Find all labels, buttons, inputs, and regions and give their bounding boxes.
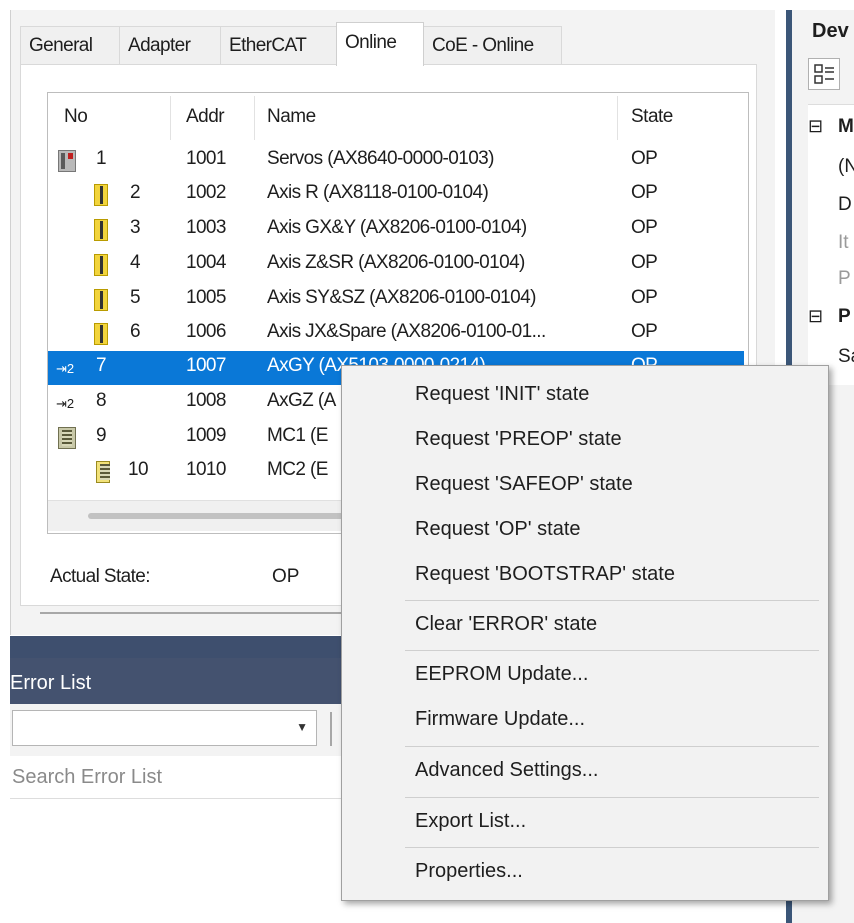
- drive-link-icon: ⇥2: [56, 396, 75, 411]
- tab-ethercat[interactable]: EtherCAT: [220, 26, 337, 64]
- row-no: 4: [130, 252, 141, 273]
- axis-module-icon: [94, 254, 108, 276]
- menu-separator: [405, 797, 819, 798]
- categorized-view-button[interactable]: [808, 58, 840, 90]
- tab-online[interactable]: Online: [336, 22, 424, 66]
- row-state: OP: [631, 217, 658, 238]
- row-name: Axis SY&SZ (AX8206-0100-0104): [267, 287, 536, 308]
- actual-state-value: OP: [272, 566, 300, 587]
- actual-state-label: Actual State:: [50, 566, 151, 587]
- row-no: 2: [130, 182, 141, 203]
- property-category: P: [838, 306, 851, 327]
- row-no: 6: [130, 321, 141, 342]
- row-no: 10: [128, 459, 149, 480]
- menu-item-advanced-settings[interactable]: Advanced Settings...: [415, 759, 598, 782]
- table-row[interactable]: 5 1005 Axis SY&SZ (AX8206-0100-0104) OP: [48, 283, 744, 317]
- axis-module-icon: [94, 323, 108, 345]
- row-name: Axis Z&SR (AX8206-0100-0104): [267, 252, 525, 273]
- row-no: 1: [96, 148, 107, 169]
- row-addr: 1007: [186, 355, 226, 376]
- row-no: 9: [96, 425, 107, 446]
- row-addr: 1005: [186, 287, 226, 308]
- row-addr: 1006: [186, 321, 226, 342]
- row-name: Axis R (AX8118-0100-0104): [267, 182, 489, 203]
- tab-coe-online[interactable]: CoE - Online: [423, 26, 562, 64]
- row-addr: 1004: [186, 252, 226, 273]
- row-no: 8: [96, 390, 107, 411]
- column-divider[interactable]: [170, 96, 171, 140]
- menu-item-clear-error[interactable]: Clear 'ERROR' state: [415, 613, 597, 636]
- chevron-down-icon[interactable]: ▼: [296, 720, 308, 734]
- menu-item-export-list[interactable]: Export List...: [415, 810, 526, 833]
- column-divider[interactable]: [254, 96, 255, 140]
- column-header-name[interactable]: Name: [267, 106, 316, 128]
- row-addr: 1002: [186, 182, 226, 203]
- row-name: Axis JX&Spare (AX8206-0100-01...: [267, 321, 546, 342]
- table-row[interactable]: 3 1003 Axis GX&Y (AX8206-0100-0104) OP: [48, 213, 744, 247]
- motion-module-icon: [96, 461, 110, 483]
- properties-panel-title: Dev: [812, 20, 849, 42]
- row-no: 7: [96, 355, 107, 376]
- row-state: OP: [631, 182, 658, 203]
- tab-adapter[interactable]: Adapter: [119, 26, 221, 64]
- row-addr: 1001: [186, 148, 226, 169]
- categorized-icon: [814, 64, 834, 84]
- row-name: MC1 (E: [267, 425, 328, 446]
- row-no: 5: [130, 287, 141, 308]
- property-name[interactable]: P: [838, 268, 851, 290]
- row-name: AxGZ (A: [267, 390, 336, 411]
- row-name: MC2 (E: [267, 459, 328, 480]
- row-addr: 1008: [186, 390, 226, 411]
- axis-module-icon: [94, 289, 108, 311]
- column-header-state[interactable]: State: [631, 106, 673, 128]
- column-header-no[interactable]: No: [64, 106, 88, 128]
- axis-module-icon: [94, 219, 108, 241]
- table-row[interactable]: 1 1001 Servos (AX8640-0000-0103) OP: [48, 144, 744, 178]
- property-name[interactable]: (N: [838, 156, 854, 178]
- menu-separator: [405, 650, 819, 651]
- collapse-icon[interactable]: ⊟: [808, 116, 823, 137]
- error-scope-dropdown[interactable]: ▼: [12, 710, 317, 746]
- row-name: Servos (AX8640-0000-0103): [267, 148, 494, 169]
- row-addr: 1010: [186, 459, 226, 480]
- axis-module-icon: [94, 184, 108, 206]
- menu-item-properties[interactable]: Properties...: [415, 860, 523, 883]
- row-name: Axis GX&Y (AX8206-0100-0104): [267, 217, 527, 238]
- collapse-icon[interactable]: ⊟: [808, 306, 823, 327]
- row-addr: 1003: [186, 217, 226, 238]
- motion-controller-icon: [58, 427, 76, 449]
- property-name[interactable]: Sa: [838, 346, 854, 368]
- toolbar-separator: [330, 712, 332, 746]
- row-state: OP: [631, 148, 658, 169]
- menu-separator: [405, 600, 819, 601]
- menu-item-request-preop[interactable]: Request 'PREOP' state: [415, 428, 622, 451]
- row-state: OP: [631, 287, 658, 308]
- menu-separator: [405, 746, 819, 747]
- search-placeholder: Search Error List: [12, 766, 163, 788]
- row-no: 3: [130, 217, 141, 238]
- column-divider[interactable]: [617, 96, 618, 140]
- table-row[interactable]: 4 1004 Axis Z&SR (AX8206-0100-0104) OP: [48, 248, 744, 282]
- property-category: M: [838, 116, 854, 137]
- error-list-title: Error List: [10, 672, 92, 694]
- row-state: OP: [631, 321, 658, 342]
- column-header-addr[interactable]: Addr: [186, 106, 225, 128]
- menu-item-firmware-update[interactable]: Firmware Update...: [415, 708, 585, 731]
- menu-item-eeprom-update[interactable]: EEPROM Update...: [415, 663, 588, 686]
- menu-item-request-init[interactable]: Request 'INIT' state: [415, 383, 589, 406]
- property-name[interactable]: It: [838, 232, 849, 254]
- property-name[interactable]: D: [838, 194, 852, 216]
- row-addr: 1009: [186, 425, 226, 446]
- row-state: OP: [631, 252, 658, 273]
- device-icon: [58, 150, 76, 172]
- drive-link-icon: ⇥2: [56, 361, 75, 376]
- menu-item-request-safeop[interactable]: Request 'SAFEOP' state: [415, 473, 633, 496]
- table-row[interactable]: 6 1006 Axis JX&Spare (AX8206-0100-01... …: [48, 317, 744, 351]
- menu-separator: [405, 847, 819, 848]
- menu-item-request-op[interactable]: Request 'OP' state: [415, 518, 581, 541]
- menu-item-request-bootstrap[interactable]: Request 'BOOTSTRAP' state: [415, 563, 675, 586]
- table-row[interactable]: 2 1002 Axis R (AX8118-0100-0104) OP: [48, 178, 744, 212]
- tab-general[interactable]: General: [20, 26, 120, 64]
